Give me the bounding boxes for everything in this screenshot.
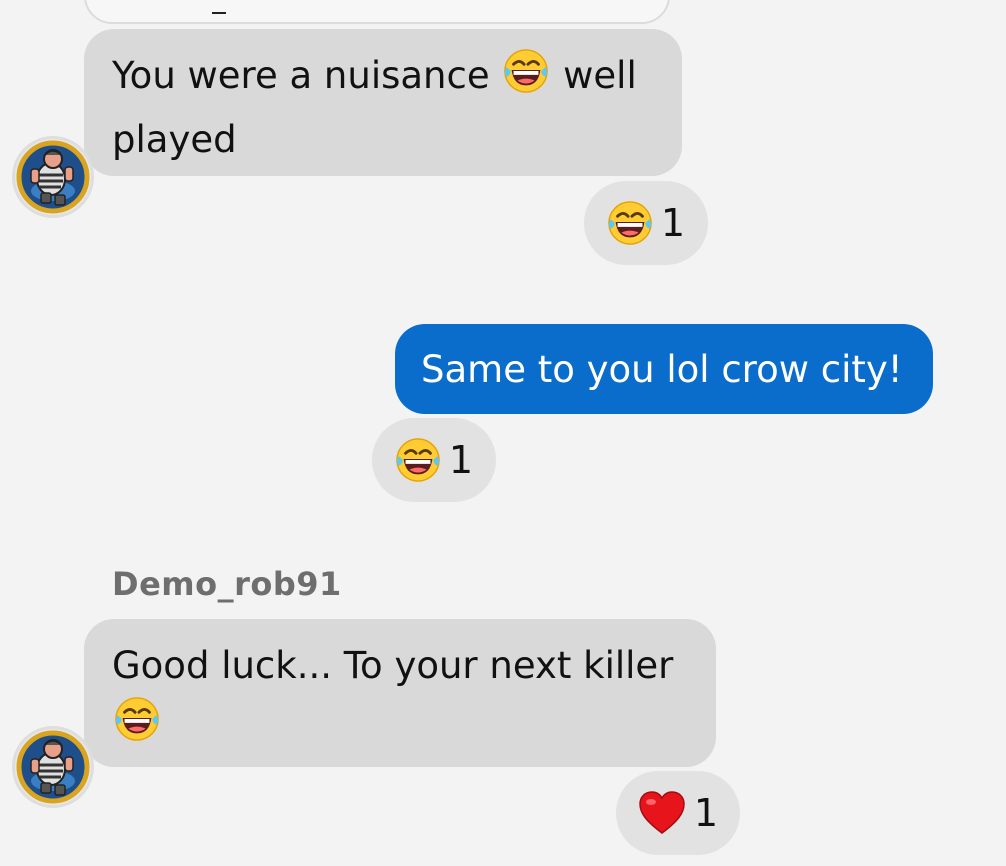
tears-of-joy-emoji-icon <box>503 48 549 111</box>
sender-avatar[interactable] <box>12 726 94 808</box>
reaction-pill[interactable]: 1 <box>580 177 712 269</box>
tears-of-joy-emoji-icon <box>608 201 652 245</box>
tears-of-joy-emoji-icon <box>396 438 440 482</box>
previous-message-fragment <box>212 12 226 14</box>
reaction-count: 1 <box>448 438 474 482</box>
message-bubble-incoming[interactable]: You were a nuisance well played <box>84 29 682 176</box>
message-bubble-outgoing[interactable]: Same to you lol crow city! <box>395 324 933 414</box>
message-text: You were a nuisance <box>112 54 490 97</box>
reaction-count: 1 <box>693 791 719 835</box>
reaction-count: 1 <box>660 201 686 245</box>
red-heart-icon <box>639 791 685 834</box>
sender-avatar[interactable] <box>12 136 94 218</box>
reaction-pill[interactable]: 1 <box>368 414 500 506</box>
chat-thread: You were a nuisance well played 1 Same t… <box>0 0 1006 866</box>
message-bubble-incoming[interactable]: Good luck... To your next killer <box>84 619 716 767</box>
tears-of-joy-emoji-icon <box>114 696 160 759</box>
avatar-portrait-icon <box>16 140 90 214</box>
message-text: Good luck... To your next killer <box>112 644 674 687</box>
message-text: Same to you lol crow city! <box>421 348 903 391</box>
reaction-pill[interactable]: 1 <box>612 767 744 859</box>
previous-message-bubble[interactable] <box>84 0 670 24</box>
avatar-portrait-icon <box>16 730 90 804</box>
sender-name[interactable]: Demo_rob91 <box>112 565 342 603</box>
